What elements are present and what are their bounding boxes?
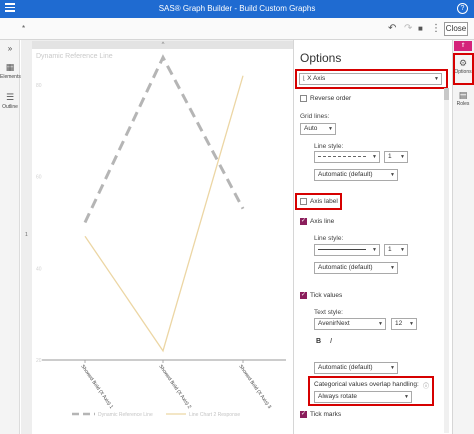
legend-label: Dynamic Reference Line	[98, 412, 153, 418]
chevron-down-icon: ▼	[378, 321, 383, 327]
line-width-value: 1	[388, 153, 392, 160]
tick-marks-label: Tick marks	[310, 411, 342, 418]
axis-line-checkbox[interactable]	[300, 217, 307, 225]
y-tick-label: 60	[36, 175, 42, 181]
rail-item-label: Roles	[456, 101, 470, 107]
y-tick-label: 40	[36, 266, 42, 272]
line-chart: 80 60 40 20 Showed Bold (X Axis) 1 Showed Bo…	[36, 54, 286, 418]
chevron-down-icon: ▼	[390, 265, 395, 271]
grid-lines-value: Auto	[304, 125, 318, 132]
line-style-select[interactable]: ▼	[314, 151, 380, 163]
help-icon[interactable]: ?	[457, 3, 468, 14]
line-color-select[interactable]: Automatic (default) ▼	[314, 169, 398, 181]
save-icon[interactable]: ■	[418, 23, 423, 35]
chevron-down-icon: ▼	[328, 126, 333, 132]
chevron-down-icon: ▼	[400, 247, 405, 253]
reverse-order-label: Reverse order	[310, 95, 352, 102]
highlight-object-select	[295, 69, 448, 89]
tick-marks-checkbox[interactable]	[300, 410, 307, 418]
font-size-select[interactable]: 12 ▼	[391, 318, 417, 330]
pin-tab-icon[interactable]: ⇑	[454, 41, 472, 51]
close-button[interactable]: Close	[444, 22, 468, 36]
x-tick-label: Showed Bold (X Axis) 1	[79, 364, 114, 410]
scrollbar-thumb[interactable]	[444, 88, 449, 100]
y-tick-label: 80	[36, 83, 42, 89]
solid-line-preview	[318, 248, 366, 250]
chevron-down-icon: ▼	[409, 321, 414, 327]
reference-line-series	[83, 54, 245, 224]
highlight-options-tab	[453, 53, 474, 85]
highlight-axis-label	[295, 193, 342, 210]
x-tick-label: Showed Bold (X Axis) 3	[237, 364, 272, 410]
font-size-value: 12	[395, 320, 403, 327]
grid-lines-select[interactable]: Auto ▼	[300, 123, 336, 135]
highlight-overlap-handling	[308, 376, 434, 406]
tick-color-select[interactable]: Automatic (default) ▼	[314, 362, 398, 374]
font-value: AvenirNext	[318, 320, 350, 327]
chevron-down-icon: ▼	[390, 365, 395, 371]
axis-line-color-value: Automatic (default)	[318, 264, 373, 271]
italic-button[interactable]: I	[330, 338, 332, 345]
axis-line-width-value: 1	[388, 246, 392, 253]
x-tick-label: Showed Bold (X Axis) 2	[157, 364, 192, 410]
axis-line-width-select[interactable]: 1 ▼	[384, 244, 408, 256]
dashed-line-preview	[318, 155, 366, 157]
response-line-series	[84, 75, 244, 353]
chevron-down-icon: ▼	[372, 247, 377, 253]
bold-button[interactable]: B	[316, 338, 321, 345]
axis-line-color-select[interactable]: Automatic (default) ▼	[314, 262, 398, 274]
line-style-label: Line style:	[314, 143, 344, 150]
undo-icon[interactable]: ↶	[388, 23, 396, 35]
rail-item-roles[interactable]: ▤ Roles	[452, 90, 474, 107]
axis-line-style-select[interactable]: ▼	[314, 244, 380, 256]
chevron-down-icon: ▼	[390, 172, 395, 178]
line-width-select[interactable]: 1 ▼	[384, 151, 408, 163]
tick-color-value: Automatic (default)	[318, 364, 373, 371]
chevron-down-icon: ▼	[372, 154, 377, 160]
legend-label: Line Chart 2 Response	[189, 412, 240, 418]
options-title: Options	[300, 51, 342, 65]
redo-icon[interactable]: ↷	[404, 23, 412, 35]
line-color-value: Automatic (default)	[318, 171, 373, 178]
y-tick-label: 20	[36, 358, 42, 364]
options-scrollbar[interactable]	[444, 88, 449, 433]
chevron-down-icon: ▼	[400, 154, 405, 160]
tick-values-label: Tick values	[310, 292, 343, 299]
line-style-label-2: Line style:	[314, 235, 344, 242]
reverse-order-checkbox[interactable]	[300, 95, 307, 102]
tick-values-checkbox[interactable]	[300, 291, 307, 299]
grid-lines-label: Grid lines:	[300, 113, 330, 120]
text-style-label: Text style:	[314, 309, 343, 316]
roles-icon: ▤	[458, 90, 468, 100]
more-options-icon[interactable]: ⋮	[431, 23, 441, 35]
axis-line-label: Axis line	[310, 218, 335, 225]
font-select[interactable]: AvenirNext ▼	[314, 318, 386, 330]
